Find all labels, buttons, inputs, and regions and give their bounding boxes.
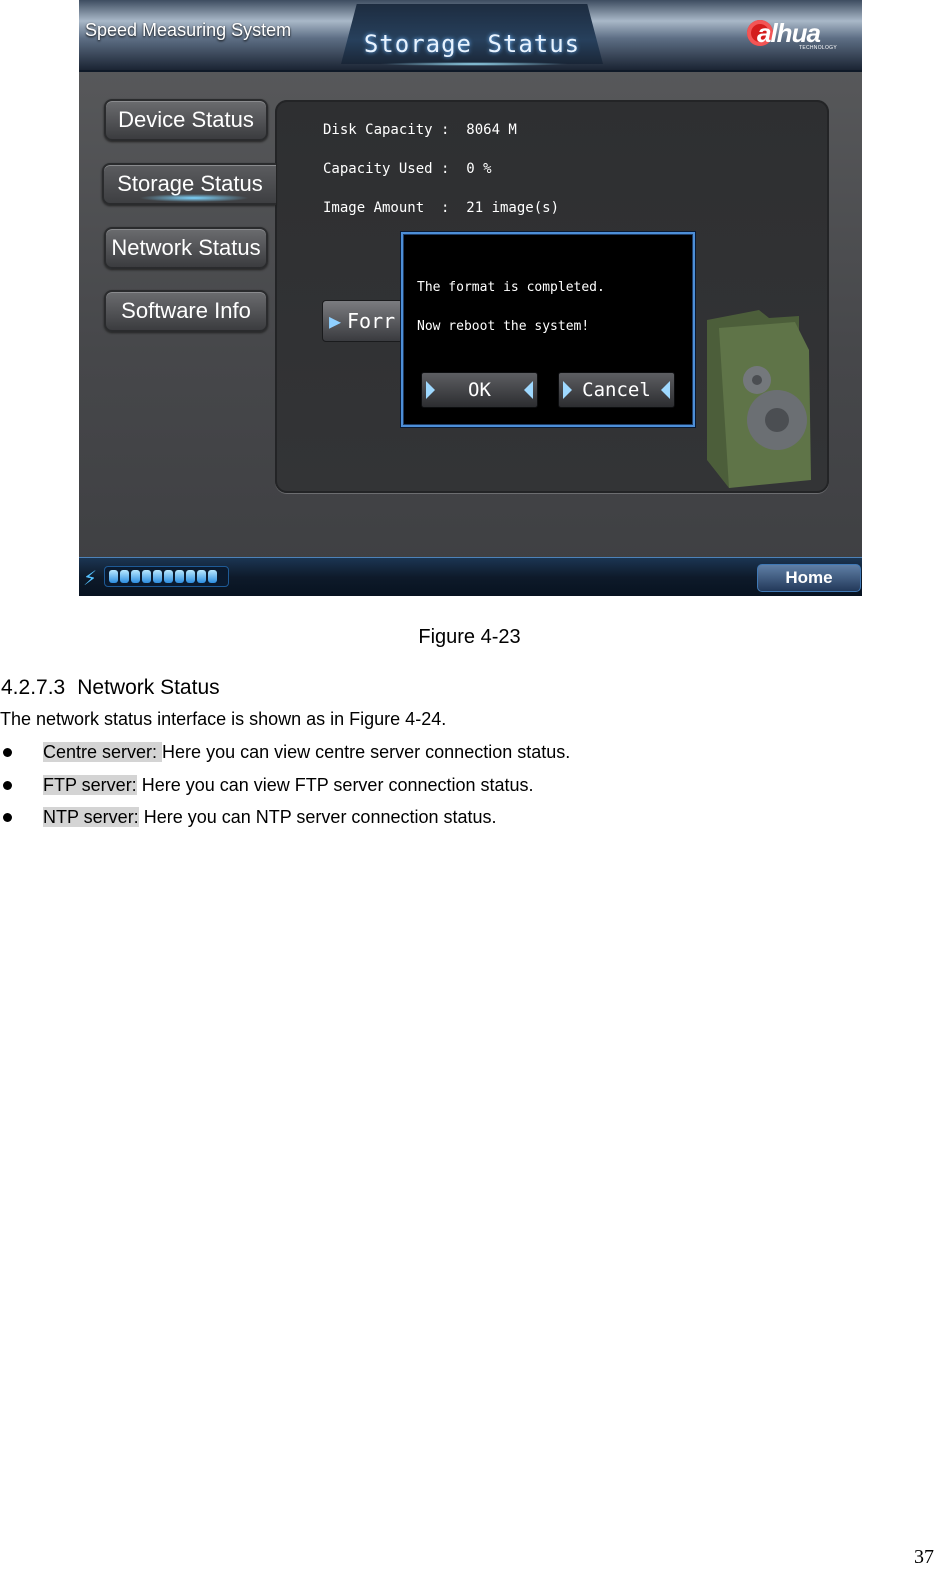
ok-label: OK: [468, 379, 491, 401]
bullet-desc: Here you can NTP server connection statu…: [138, 807, 497, 827]
dialog-message-2: Now reboot the system!: [417, 319, 590, 334]
section-heading: 4.2.7.3 Network Status: [1, 676, 220, 700]
ok-button[interactable]: OK: [421, 372, 538, 408]
intro-paragraph: The network status interface is shown as…: [0, 709, 447, 729]
progress-segment: [109, 570, 118, 583]
progress-segment: [197, 570, 206, 583]
title-glow: [379, 62, 569, 66]
nav-device-status[interactable]: Device Status: [104, 99, 268, 141]
title-bar: Speed Measuring System Storage Status al…: [79, 0, 862, 72]
status-bar: ⚡ Home: [79, 557, 862, 596]
nav-network-status[interactable]: Network Status: [104, 227, 268, 269]
bullet-desc: Here you can view FTP server connection …: [136, 775, 534, 795]
cancel-button[interactable]: Cancel: [558, 372, 675, 408]
figure-caption: Figure 4-23: [418, 626, 521, 648]
arrow-left-icon: [661, 381, 670, 399]
logo-subtext: TECHNOLOGY: [799, 45, 838, 51]
arrow-right-icon: [563, 381, 572, 399]
bullet-desc: Here you can view centre server connecti…: [162, 742, 571, 762]
format-complete-dialog: The format is completed. Now reboot the …: [401, 232, 695, 427]
dahua-logo: alhua TECHNOLOGY: [747, 18, 847, 52]
bullet-icon: [3, 813, 12, 822]
format-label: Forr: [347, 309, 396, 333]
arrow-left-icon: [524, 381, 533, 399]
progress-bar: [104, 566, 229, 587]
image-amount: Image Amount : 21 image(s): [323, 200, 560, 216]
dialog-message-1: The format is completed.: [417, 280, 605, 295]
arrow-right-icon: [426, 381, 435, 399]
page-number: 37: [914, 1546, 934, 1568]
progress-segment: [142, 570, 151, 583]
bullet-term: Centre server:: [43, 742, 163, 762]
heading-number: 4.2.7.3: [1, 676, 66, 699]
progress-segment: [175, 570, 184, 583]
app-title: Speed Measuring System: [85, 20, 292, 40]
progress-segment: [208, 570, 217, 583]
progress-segment: [153, 570, 162, 583]
screen-title: Storage Status: [363, 30, 581, 58]
lightning-icon: ⚡: [83, 566, 98, 590]
folder-gear-icon: [707, 310, 811, 488]
home-button[interactable]: Home: [757, 564, 861, 592]
heading-title: Network Status: [77, 676, 220, 699]
active-nav-glow: [139, 194, 249, 202]
cancel-label: Cancel: [582, 379, 651, 401]
progress-segment: [131, 570, 140, 583]
capacity-used: Capacity Used : 0 %: [323, 161, 492, 177]
bullet-icon: [3, 748, 12, 757]
progress-segment: [164, 570, 173, 583]
bullet-term: NTP server:: [43, 807, 139, 827]
progress-segment: [186, 570, 195, 583]
storage-status-screenshot: Speed Measuring System Storage Status al…: [79, 0, 862, 596]
progress-segment: [120, 570, 129, 583]
nav-software-info[interactable]: Software Info: [104, 290, 268, 332]
bullet-term: FTP server:: [43, 775, 137, 795]
bullet-icon: [3, 781, 12, 790]
disk-capacity: Disk Capacity : 8064 M: [323, 122, 517, 138]
play-arrow-icon: ▶: [328, 309, 342, 333]
